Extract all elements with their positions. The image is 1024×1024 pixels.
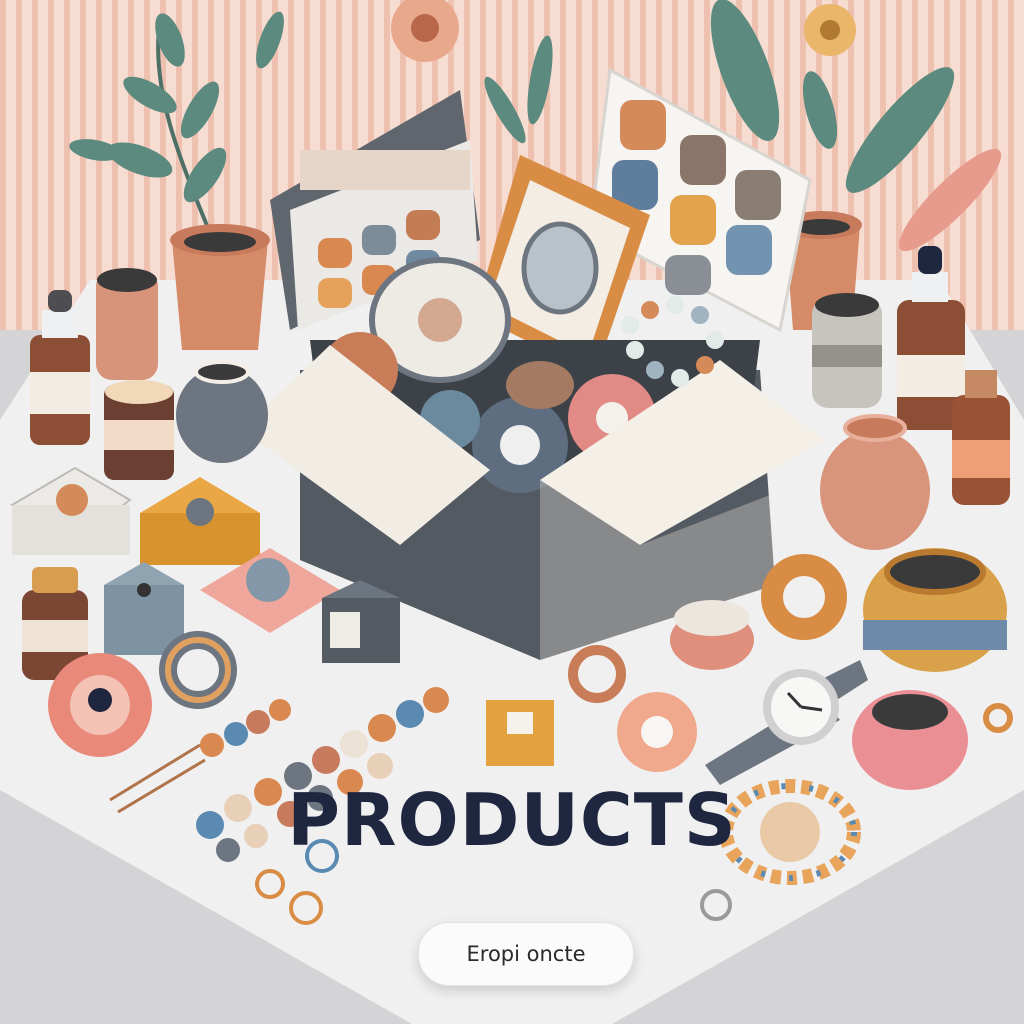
potted-plant-icon	[170, 224, 270, 350]
mustard-cube-icon	[486, 700, 554, 766]
cylinder-icon	[670, 600, 754, 670]
pink-basket-icon	[852, 690, 968, 790]
page-headline: PRODUCTS	[287, 778, 737, 862]
top-right-flower-icon	[804, 4, 856, 56]
striped-vase-icon	[863, 548, 1007, 672]
cta-button-label: Eropi oncte	[466, 942, 586, 966]
flower-icon	[48, 653, 152, 757]
product-illustration	[0, 0, 1024, 1024]
jar-icon	[96, 268, 158, 380]
sun-brooch-icon	[617, 692, 697, 772]
cta-button[interactable]: Eropi oncte	[418, 922, 634, 986]
jar-icon-right	[812, 293, 882, 408]
jar-icon-small	[104, 380, 174, 480]
